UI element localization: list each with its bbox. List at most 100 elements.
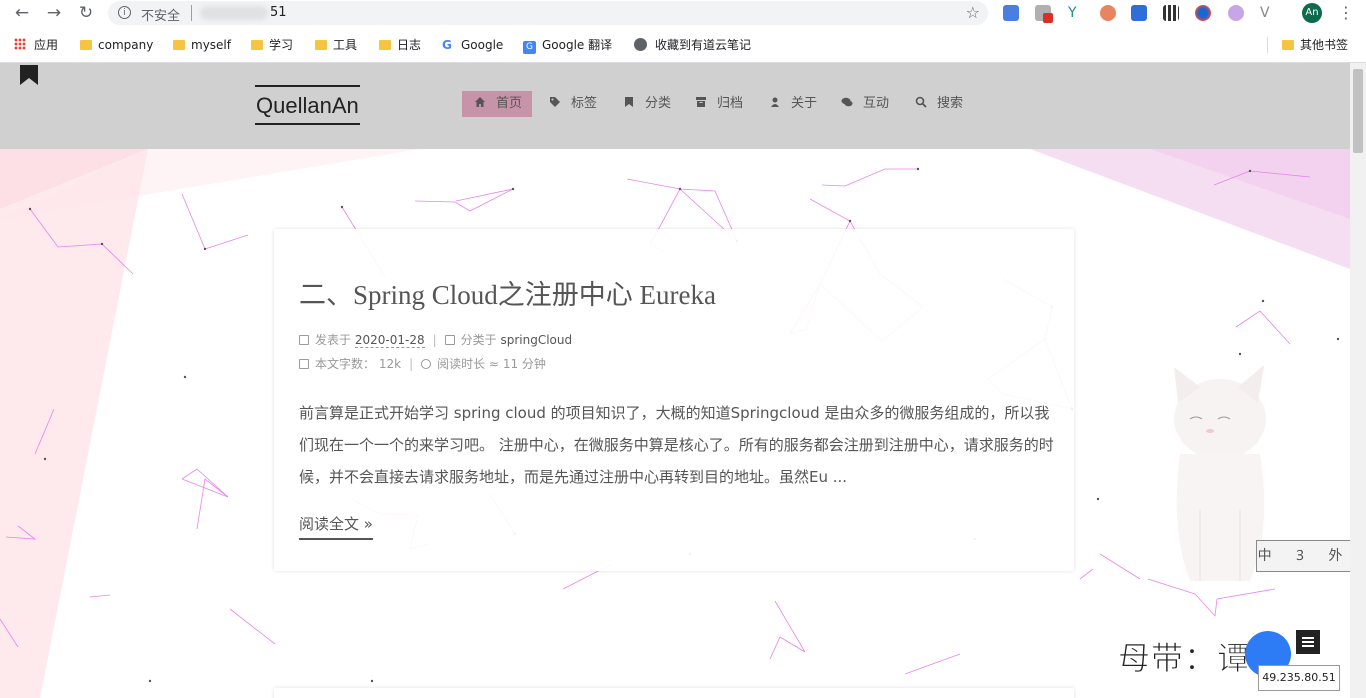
nav-label: 互动 [863, 96, 890, 111]
profile-avatar[interactable]: An [1302, 3, 1322, 23]
post-category-link[interactable]: springCloud [500, 333, 572, 347]
color-extension-icon[interactable] [1195, 5, 1211, 21]
bookmark-youdao[interactable]: 收藏到有道云笔记 [634, 34, 751, 56]
apps-grid-icon [14, 38, 26, 50]
nav-archives[interactable]: 归档 [683, 91, 753, 117]
nav-about[interactable]: 关于 [757, 91, 827, 117]
file-word-icon [299, 359, 309, 369]
read-more-link[interactable]: 阅读全文 » [299, 513, 373, 540]
nav-label: 搜索 [937, 96, 964, 111]
nav-label: 标签 [571, 96, 598, 111]
divider: | [432, 333, 437, 347]
folder-icon [251, 40, 263, 50]
back-arrow-icon[interactable]: ← [12, 4, 32, 22]
readtime-value: 11 分钟 [502, 357, 546, 371]
nav-label: 分类 [645, 96, 672, 111]
qrcode-icon[interactable] [1163, 5, 1179, 21]
translate-icon: G [523, 41, 536, 54]
redacted-url [200, 6, 268, 20]
bookmark-other[interactable]: 其他书签 [1282, 34, 1348, 56]
bookmark-myself[interactable]: myself [173, 34, 231, 56]
archive-icon [696, 97, 706, 107]
more-menu-icon[interactable]: ⋮ [1338, 3, 1354, 22]
bookmark-label: 日志 [397, 38, 422, 52]
nav-label: 归档 [717, 96, 744, 111]
post-meta-line-2: 本文字数： 12k | 阅读时长 ≈ 11 分钟 [299, 355, 546, 372]
nav-interact[interactable]: 互动 [829, 91, 899, 117]
bookmark-company[interactable]: company [80, 34, 153, 56]
divider [191, 5, 192, 21]
comments-icon [841, 97, 853, 107]
bookmark-label: 收藏到有道云笔记 [655, 38, 752, 52]
scrollbar-thumb[interactable] [1353, 69, 1363, 153]
nav-tags[interactable]: 标签 [537, 91, 607, 117]
post-title[interactable]: 二、Spring Cloud之注册中心 Eureka [299, 273, 716, 312]
bookmark-label: 学习 [269, 38, 294, 52]
home-icon [475, 97, 485, 107]
site-brand[interactable]: QuellanAn [255, 85, 360, 125]
ip-badge: 49.235.80.51 [1258, 665, 1340, 691]
wordcount-value: 12k [378, 357, 402, 371]
vue-extension-icon[interactable]: V [1260, 5, 1276, 21]
bookmark-tools[interactable]: 工具 [315, 34, 357, 56]
browser-toolbar: ← → ↻ i 不安全 51 ☆ Y V An ⋮ [0, 0, 1366, 27]
bookmark-icon [625, 97, 633, 107]
bookmark-label: myself [191, 38, 231, 52]
divider [1267, 37, 1268, 53]
tags-icon [550, 97, 560, 107]
folder-outline-icon [444, 335, 455, 345]
extension-alert-icon[interactable] [1035, 5, 1053, 23]
nav-search[interactable]: 搜索 [903, 91, 973, 117]
apps-extension-icon[interactable] [1131, 5, 1147, 21]
posted-label: 发表于 [315, 333, 352, 347]
globe-icon [634, 38, 647, 51]
language-switcher[interactable]: 中 Ꝫ 外 [1256, 540, 1350, 572]
bookmark-apps[interactable]: 应用 [14, 34, 58, 56]
post-meta-line-1: 发表于 2020-01-28 | 分类于 springCloud [299, 331, 572, 348]
folder-icon [379, 40, 391, 50]
user-icon [771, 97, 779, 107]
next-post-card [274, 688, 1074, 698]
post-excerpt: 前言算是正式开始学习 spring cloud 的项目知识了，大概的知道Spri… [299, 404, 1054, 486]
divider: | [409, 357, 414, 371]
site-header: QuellanAn 首页 标签 分类 归档 关于 互动 搜索 [0, 63, 1350, 149]
security-label: 不安全 [141, 9, 181, 24]
bookmarks-bar: 应用 company myself 学习 工具 日志 G Google G Goog… [0, 34, 1366, 56]
search-icon [915, 96, 927, 108]
post-date[interactable]: 2020-01-28 [354, 333, 425, 348]
readtime-label: 阅读时长 ≈ [437, 357, 499, 371]
nav-categories[interactable]: 分类 [611, 91, 681, 117]
bookmark-ribbon-icon[interactable] [20, 65, 38, 85]
bookmark-label: Google 翻译 [542, 38, 613, 52]
y-extension-icon[interactable]: Y [1068, 5, 1084, 21]
bookmark-google-translate[interactable]: G Google 翻译 [523, 34, 612, 56]
page-scrollbar[interactable] [1350, 63, 1366, 698]
bookmark-study[interactable]: 学习 [251, 34, 293, 56]
bookmark-label: company [98, 38, 154, 52]
lens-extension-icon[interactable] [1228, 5, 1244, 21]
nav-label: 关于 [791, 96, 818, 111]
sidebar-toggle-icon[interactable] [1296, 630, 1320, 654]
post-card: 二、Spring Cloud之注册中心 Eureka 发表于 2020-01-2… [274, 229, 1074, 571]
reload-icon[interactable]: ↻ [76, 4, 96, 22]
info-icon[interactable]: i [118, 6, 131, 19]
bookmark-google[interactable]: G Google [442, 34, 503, 56]
folder-icon [1282, 40, 1294, 50]
wordcount-label: 本文字数： [315, 357, 376, 371]
folder-icon [80, 40, 92, 50]
bookmark-label: 其他书签 [1300, 38, 1349, 52]
network-extension-icon[interactable] [1100, 5, 1116, 21]
bookmark-label: 应用 [34, 38, 59, 52]
address-bar[interactable]: i 不安全 51 ☆ [108, 1, 988, 25]
url-text: 51 [270, 5, 287, 20]
forward-arrow-icon[interactable]: → [44, 4, 64, 22]
page-viewport: QuellanAn 首页 标签 分类 归档 关于 互动 搜索 二、Spring … [0, 63, 1350, 698]
calendar-icon [299, 335, 309, 345]
bookmark-logs[interactable]: 日志 [379, 34, 421, 56]
bookmark-label: Google [461, 38, 504, 52]
translate-extension-icon[interactable] [1003, 5, 1019, 21]
nav-home[interactable]: 首页 [462, 91, 533, 117]
nav-label: 首页 [496, 96, 523, 111]
folder-icon [315, 40, 327, 50]
star-icon[interactable]: ☆ [966, 3, 980, 22]
